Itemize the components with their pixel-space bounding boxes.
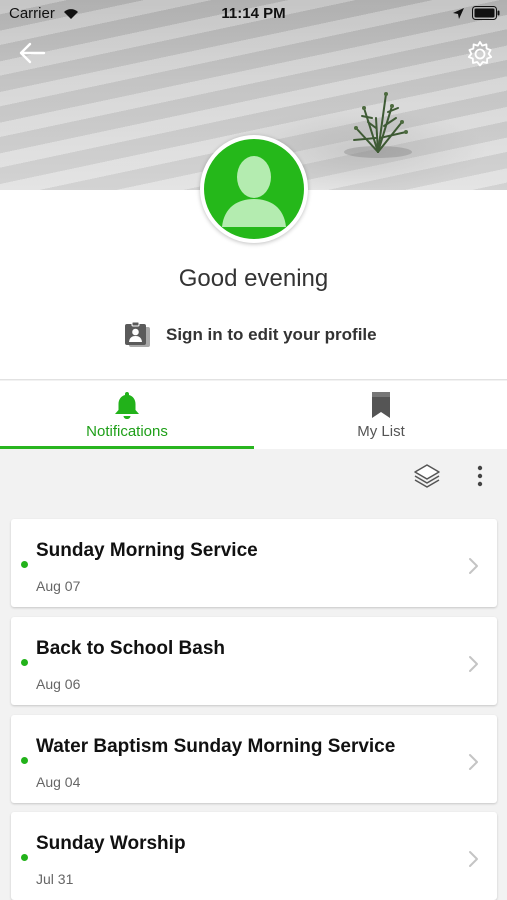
- status-time: 11:14 PM: [221, 5, 286, 22]
- status-bar: Carrier 11:14 PM: [0, 0, 507, 28]
- arrow-left-icon: [19, 42, 46, 64]
- notification-card[interactable]: Back to School Bash Aug 06: [11, 617, 497, 705]
- tab-notifications[interactable]: Notifications: [0, 381, 254, 449]
- chevron-right-icon: [469, 656, 478, 672]
- bookmark-icon: [372, 392, 390, 418]
- notification-title: Back to School Bash: [36, 638, 225, 659]
- tab-my-list[interactable]: My List: [254, 381, 507, 449]
- chevron-right-icon: [469, 851, 478, 867]
- notification-title: Sunday Morning Service: [36, 540, 258, 561]
- notification-title: Sunday Worship: [36, 833, 186, 854]
- notification-date: Aug 04: [36, 774, 81, 790]
- tab-notifications-label: Notifications: [86, 423, 168, 440]
- back-button[interactable]: [16, 38, 48, 68]
- plant-image: [344, 92, 412, 158]
- gear-icon: [467, 41, 493, 67]
- user-silhouette-icon: [222, 156, 286, 227]
- bell-icon: [115, 392, 139, 419]
- notification-card[interactable]: Sunday Morning Service Aug 07: [11, 519, 497, 607]
- notification-date: Aug 07: [36, 578, 81, 594]
- avatar[interactable]: [200, 135, 308, 243]
- location-arrow-icon: [453, 8, 464, 19]
- notification-date: Jul 31: [36, 871, 74, 887]
- tab-bar: Notifications My List: [0, 381, 507, 449]
- battery-icon: [472, 6, 500, 20]
- notification-card[interactable]: Sunday Worship Jul 31: [11, 812, 497, 900]
- chevron-right-icon: [469, 558, 478, 574]
- settings-button[interactable]: [464, 38, 496, 70]
- list-toolbar: [0, 449, 507, 505]
- unread-dot: [21, 757, 28, 764]
- unread-dot: [21, 561, 28, 568]
- more-vertical-icon: [477, 465, 483, 487]
- chevron-right-icon: [469, 754, 478, 770]
- unread-dot: [21, 854, 28, 861]
- layers-icon: [414, 464, 440, 488]
- tab-my-list-label: My List: [357, 423, 405, 440]
- contact-card-icon: [125, 321, 150, 347]
- layers-button[interactable]: [412, 462, 442, 490]
- signin-label: Sign in to edit your profile: [166, 325, 377, 344]
- notification-card[interactable]: Water Baptism Sunday Morning Service Aug…: [11, 715, 497, 803]
- notification-date: Aug 06: [36, 676, 81, 692]
- unread-dot: [21, 659, 28, 666]
- signin-link[interactable]: Sign in to edit your profile: [124, 320, 377, 350]
- greeting-text: Good evening: [178, 265, 329, 292]
- notification-title: Water Baptism Sunday Morning Service: [36, 736, 396, 757]
- more-options-button[interactable]: [470, 463, 490, 489]
